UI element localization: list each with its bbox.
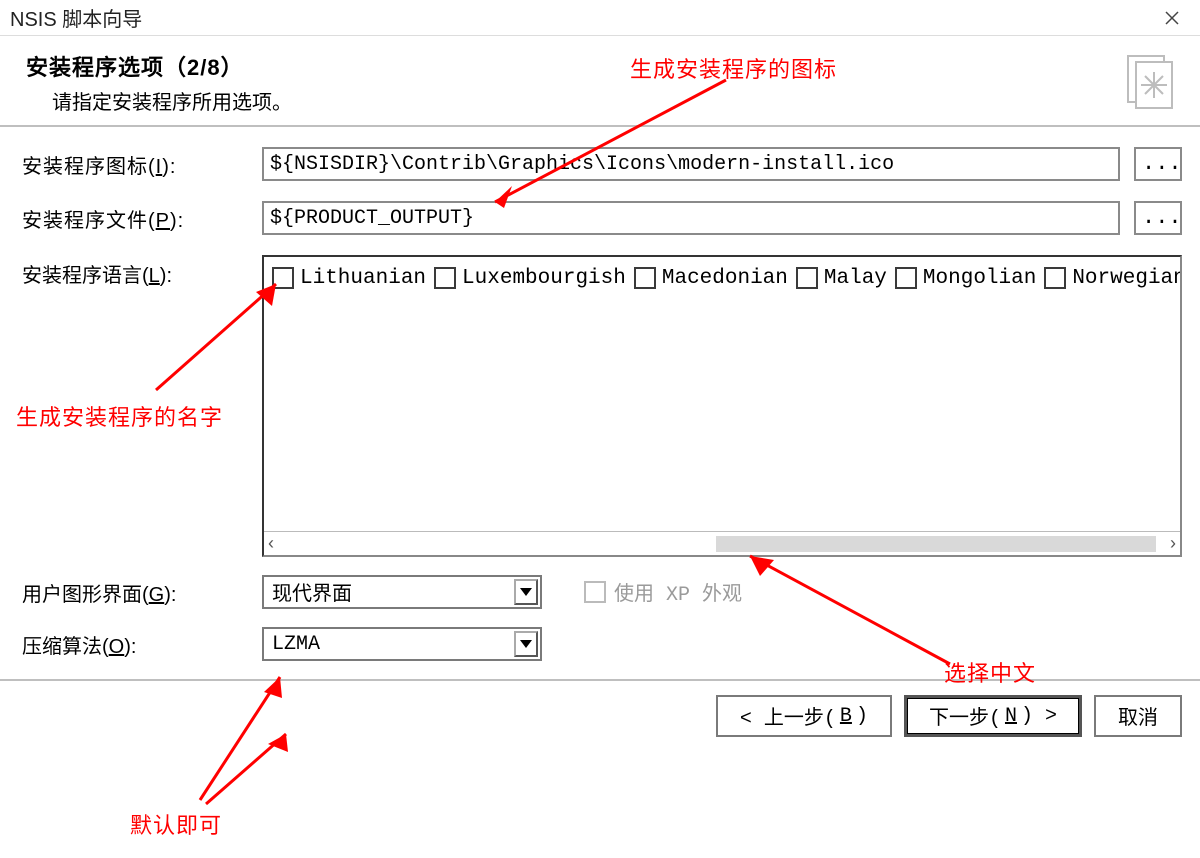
language-item[interactable]: Norwegian — [1044, 261, 1182, 295]
language-item[interactable]: Lithuanian — [272, 261, 426, 295]
file-browse-button[interactable]: ... — [1134, 201, 1182, 235]
ui-select-value: 现代界面 — [272, 577, 352, 607]
file-label: 安装程序文件(P): — [22, 204, 262, 233]
row-icon: 安装程序图标(I): ... — [22, 147, 1182, 181]
checkbox-icon[interactable] — [796, 267, 818, 289]
language-item[interactable]: Macedonian — [634, 261, 788, 295]
checkbox-icon[interactable] — [434, 267, 456, 289]
lang-label: 安装程序语言(L): — [22, 255, 262, 288]
page-subtitle: 请指定安装程序所用选项。 — [52, 86, 292, 115]
language-scroll[interactable]: ‹ › — [264, 531, 1180, 555]
scroll-left-icon[interactable]: ‹ — [268, 533, 274, 554]
form: 安装程序图标(I): ... 安装程序文件(P): ... 安装程序语言(L):… — [0, 127, 1200, 661]
checkbox-icon[interactable] — [634, 267, 656, 289]
checkbox-icon[interactable] — [272, 267, 294, 289]
language-listbox[interactable]: Lithuanian Luxembourgish Macedonian Malay Mo… — [262, 255, 1182, 557]
cancel-button[interactable]: 取消 — [1094, 695, 1182, 737]
scroll-right-icon[interactable]: › — [1170, 533, 1176, 554]
row-ui: 用户图形界面(G): 现代界面 使用 XP 外观 — [22, 575, 1182, 609]
compression-select[interactable]: LZMA — [262, 627, 542, 661]
window-title: NSIS 脚本向导 — [10, 3, 142, 32]
icon-browse-button[interactable]: ... — [1134, 147, 1182, 181]
button-bar: < 上一步(B) 下一步(N) > 取消 — [0, 681, 1200, 751]
language-item-label: Lithuanian — [300, 267, 426, 290]
compression-select-value: LZMA — [272, 633, 320, 656]
language-item[interactable]: Luxembourgish — [434, 261, 626, 295]
ui-select[interactable]: 现代界面 — [262, 575, 542, 609]
close-icon — [1165, 11, 1179, 25]
language-item[interactable]: Mongolian — [895, 261, 1036, 295]
language-item-label: Mongolian — [923, 267, 1036, 290]
checkbox-icon[interactable] — [895, 267, 917, 289]
back-button[interactable]: < 上一步(B) — [716, 695, 892, 737]
next-button[interactable]: 下一步(N) > — [904, 695, 1082, 737]
row-compression: 压缩算法(O): LZMA — [22, 627, 1182, 661]
compression-label: 压缩算法(O): — [22, 630, 262, 659]
row-file: 安装程序文件(P): ... — [22, 201, 1182, 235]
checkbox-icon — [584, 581, 606, 603]
close-button[interactable] — [1152, 3, 1192, 33]
language-item-label: Norwegian — [1072, 267, 1182, 290]
wizard-page-icon — [1118, 50, 1182, 114]
chevron-down-icon[interactable] — [514, 579, 538, 605]
page-title: 安装程序选项（2/8） — [26, 50, 292, 82]
icon-path-input[interactable] — [262, 147, 1120, 181]
ui-label: 用户图形界面(G): — [22, 578, 262, 607]
language-item-label: Malay — [824, 267, 887, 290]
row-lang: 安装程序语言(L): Lithuanian Luxembourgish Macedo… — [22, 255, 1182, 557]
scroll-thumb[interactable] — [716, 536, 1156, 552]
file-path-input[interactable] — [262, 201, 1120, 235]
titlebar: NSIS 脚本向导 — [0, 0, 1200, 36]
language-item[interactable]: Malay — [796, 261, 887, 295]
icon-label: 安装程序图标(I): — [22, 150, 262, 179]
language-item-label: Macedonian — [662, 267, 788, 290]
xp-look-label: 使用 XP 外观 — [614, 577, 742, 607]
header: 安装程序选项（2/8） 请指定安装程序所用选项。 — [0, 36, 1200, 127]
annotation-default: 默认即可 — [130, 808, 222, 840]
chevron-down-icon[interactable] — [514, 631, 538, 657]
language-item-label: Luxembourgish — [462, 267, 626, 290]
xp-look-checkbox: 使用 XP 外观 — [584, 577, 742, 607]
checkbox-icon[interactable] — [1044, 267, 1066, 289]
